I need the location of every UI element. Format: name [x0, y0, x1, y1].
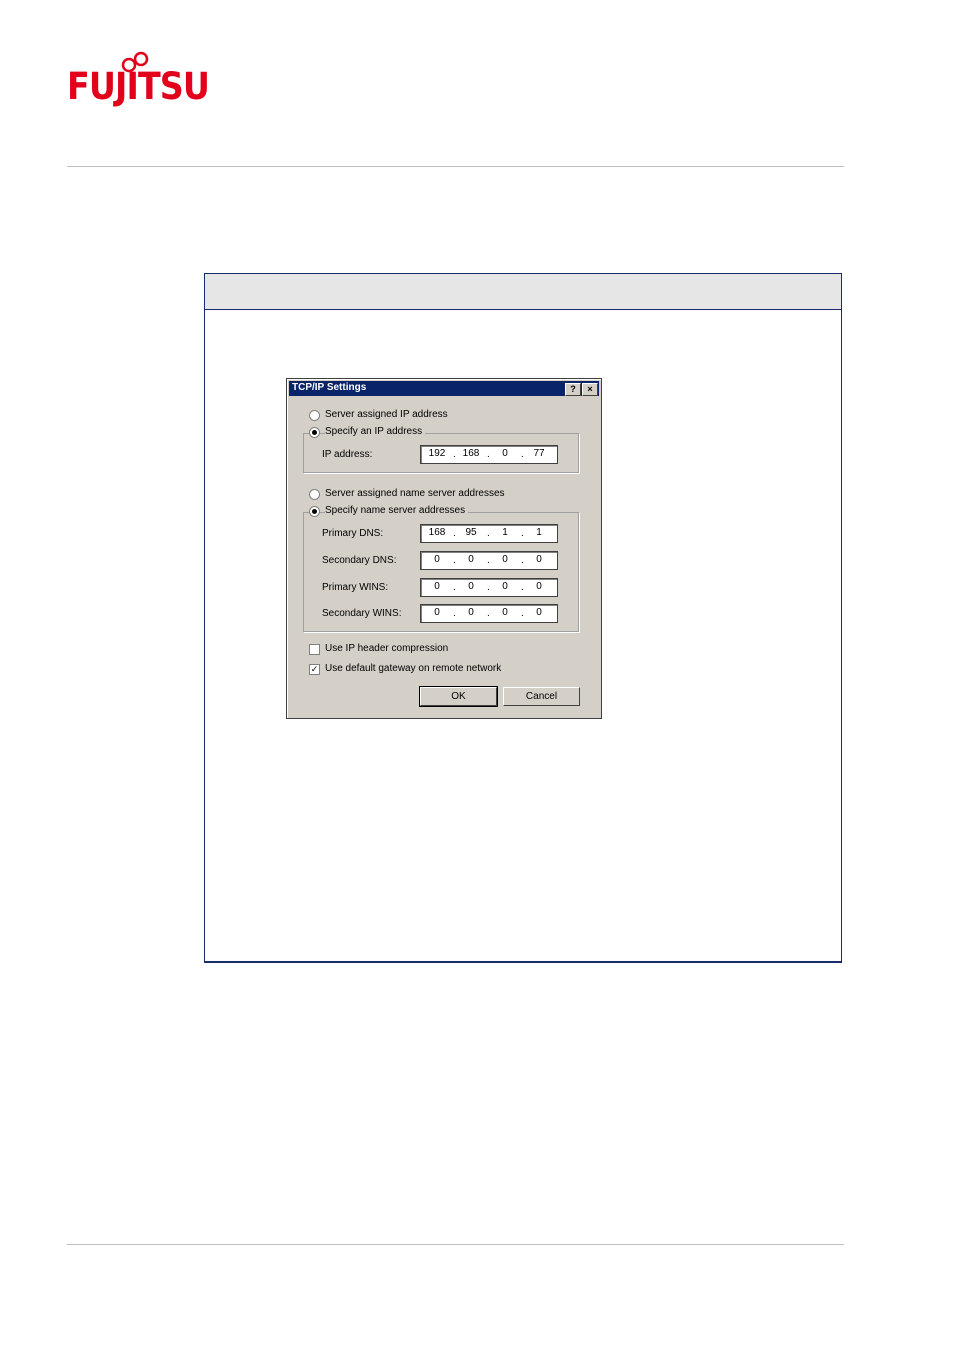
tcpip-settings-dialog: TCP/IP Settings ? × Server assigned IP a… [286, 378, 602, 719]
ip-dot: . [521, 555, 524, 566]
ip-dot: . [453, 528, 456, 539]
primary-dns-octet-2: 95 [465, 527, 477, 538]
dialog-titlebar: TCP/IP Settings ? × [289, 381, 599, 396]
primary-wins-label: Primary WINS: [322, 582, 389, 593]
header-divider [67, 166, 844, 167]
fujitsu-logo: FUJITSU [67, 50, 210, 116]
figure-bottom-rule [204, 962, 842, 963]
cancel-button[interactable]: Cancel [503, 687, 580, 706]
primary-wins-field[interactable]: 0 . 0 . 0 . 0 [420, 578, 558, 597]
ip-dot: . [521, 608, 524, 619]
label-specify-ip: Specify an IP address [325, 426, 426, 438]
ip-address-label: IP address: [322, 449, 373, 460]
ip-dot: . [487, 449, 490, 460]
secondary-wins-octet-4: 0 [536, 607, 542, 618]
ok-button[interactable]: OK [419, 686, 498, 707]
ip-dot: . [453, 608, 456, 619]
ip-dot: . [487, 582, 490, 593]
default-gateway-label: Use default gateway on remote network [325, 663, 502, 674]
secondary-wins-label: Secondary WINS: [322, 608, 402, 619]
label-server-assigned-dns: Server assigned name server addresses [325, 488, 505, 499]
ip-dot: . [521, 582, 524, 593]
primary-dns-label: Primary DNS: [322, 528, 384, 539]
checkmark-icon: ✓ [310, 664, 319, 674]
ip-octet-2: 168 [462, 448, 480, 459]
label-specify-dns: Specify name server addresses [325, 505, 469, 517]
header-compression-checkbox[interactable] [309, 644, 320, 655]
secondary-dns-octet-2: 0 [468, 554, 474, 565]
footer-divider [67, 1244, 844, 1245]
primary-dns-octet-4: 1 [536, 527, 542, 538]
primary-dns-octet-3: 1 [502, 527, 508, 538]
ip-dot: . [487, 528, 490, 539]
ip-dot: . [521, 449, 524, 460]
radio-specify-dns[interactable] [309, 506, 320, 517]
ip-dot: . [453, 449, 456, 460]
default-gateway-checkbox[interactable]: ✓ [309, 664, 320, 675]
primary-wins-octet-2: 0 [468, 581, 474, 592]
ip-octet-4: 77 [533, 448, 545, 459]
figure-header-bar [205, 274, 841, 310]
secondary-dns-octet-3: 0 [502, 554, 508, 565]
logo-text: FUJITSU [67, 65, 210, 108]
ip-dot: . [521, 528, 524, 539]
dialog-title: TCP/IP Settings [292, 382, 367, 393]
ip-address-field[interactable]: 192 . 168 . 0 . 77 [420, 445, 558, 464]
header-compression-label: Use IP header compression [325, 643, 449, 654]
ip-dot: . [453, 582, 456, 593]
primary-dns-octet-1: 168 [428, 527, 446, 538]
label-server-assigned-ip: Server assigned IP address [325, 409, 448, 420]
secondary-dns-label: Secondary DNS: [322, 555, 397, 566]
help-button[interactable]: ? [565, 383, 581, 396]
primary-dns-field[interactable]: 168 . 95 . 1 . 1 [420, 524, 558, 543]
ip-dot: . [453, 555, 456, 566]
secondary-wins-octet-3: 0 [502, 607, 508, 618]
radio-server-assigned-ip[interactable] [309, 410, 320, 421]
close-button[interactable]: × [582, 383, 598, 396]
radio-server-assigned-dns[interactable] [309, 489, 320, 500]
ip-octet-3: 0 [502, 448, 508, 459]
primary-wins-octet-3: 0 [502, 581, 508, 592]
secondary-dns-octet-1: 0 [434, 554, 440, 565]
secondary-wins-octet-1: 0 [434, 607, 440, 618]
primary-wins-octet-4: 0 [536, 581, 542, 592]
secondary-wins-field[interactable]: 0 . 0 . 0 . 0 [420, 604, 558, 623]
ip-octet-1: 192 [428, 448, 446, 459]
secondary-dns-octet-4: 0 [536, 554, 542, 565]
ip-dot: . [487, 608, 490, 619]
primary-wins-octet-1: 0 [434, 581, 440, 592]
secondary-dns-field[interactable]: 0 . 0 . 0 . 0 [420, 551, 558, 570]
ip-dot: . [487, 555, 490, 566]
secondary-wins-octet-2: 0 [468, 607, 474, 618]
radio-specify-ip[interactable] [309, 427, 320, 438]
